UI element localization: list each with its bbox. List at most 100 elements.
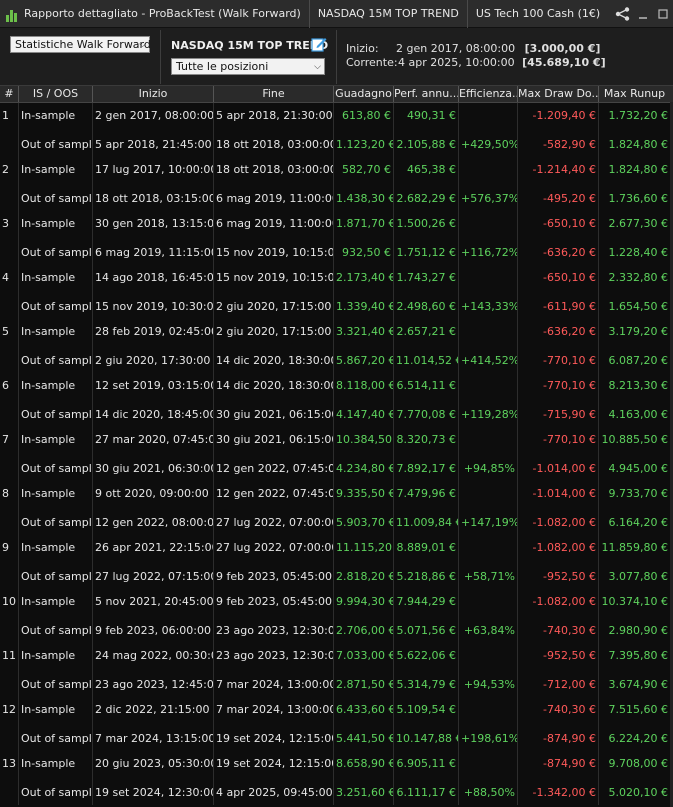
header-max-drawdown[interactable]: Max Draw Do...	[517, 86, 598, 102]
positions-select[interactable]: Tutte le posizioni ⌵	[171, 58, 325, 75]
row-max-drawdown: -1.082,00 €	[517, 589, 598, 616]
table-row[interactable]: Out of sample 9 feb 2023, 06:00:00 23 ago …	[0, 616, 673, 643]
row-max-runup: 4.945,00 €	[598, 454, 670, 481]
table-row[interactable]: 3 In-sample 30 gen 2018, 13:15:00 6 mag 201…	[0, 211, 673, 238]
table-row[interactable]: Out of sample 6 mag 2019, 11:15:00 15 nov …	[0, 238, 673, 265]
share-icon[interactable]	[613, 0, 633, 28]
row-annual-perf: 5.071,56 €	[393, 616, 458, 643]
row-start: 14 ago 2018, 16:45:00	[92, 265, 213, 292]
maximize-icon[interactable]	[653, 0, 673, 28]
header-start[interactable]: Inizio	[92, 86, 213, 102]
table-row[interactable]: 7 In-sample 27 mar 2020, 07:45:00 30 giu 20…	[0, 427, 673, 454]
row-efficiency	[458, 481, 517, 508]
header-gain[interactable]: Guadagno	[333, 86, 393, 102]
table-row[interactable]: 9 In-sample 26 apr 2021, 22:15:00 27 lug 20…	[0, 535, 673, 562]
row-end: 5 apr 2018, 21:30:00	[213, 103, 333, 130]
row-efficiency: +143,33%	[458, 292, 517, 319]
row-max-runup: 3.674,90 €	[598, 670, 670, 697]
row-annual-perf: 2.657,21 €	[393, 319, 458, 346]
table-row[interactable]: Out of sample 19 set 2024, 12:30:00 4 apr …	[0, 778, 673, 805]
table-row[interactable]: Out of sample 12 gen 2022, 08:00:00 27 lug…	[0, 508, 673, 535]
current-label: Corrente:	[346, 56, 398, 69]
row-annual-perf: 11.009,84 €	[393, 508, 458, 535]
row-type: In-sample	[18, 157, 92, 184]
edit-icon[interactable]	[311, 36, 327, 52]
row-gain: 5.903,70 €	[333, 508, 393, 535]
table-row[interactable]: Out of sample 15 nov 2019, 10:30:00 2 giu …	[0, 292, 673, 319]
row-type: Out of sample	[18, 184, 92, 211]
row-efficiency	[458, 373, 517, 400]
row-gain: 1.438,30 €	[333, 184, 393, 211]
table-row[interactable]: Out of sample 14 dic 2020, 18:45:00 30 giu…	[0, 400, 673, 427]
row-annual-perf: 11.014,52 €	[393, 346, 458, 373]
row-end: 9 feb 2023, 05:45:00	[213, 562, 333, 589]
row-max-runup: 4.163,00 €	[598, 400, 670, 427]
table-row[interactable]: 10 In-sample 5 nov 2021, 20:45:00 9 feb 202…	[0, 589, 673, 616]
row-number	[0, 508, 18, 535]
row-annual-perf: 6.514,11 €	[393, 373, 458, 400]
row-number	[0, 562, 18, 589]
row-annual-perf: 1.743,27 €	[393, 265, 458, 292]
chevron-down-icon: ⌵	[139, 40, 146, 50]
row-gain: 1.123,20 €	[333, 130, 393, 157]
table-row[interactable]: 5 In-sample 28 feb 2019, 02:45:00 2 giu 202…	[0, 319, 673, 346]
current-amount: [45.689,10 €]	[522, 56, 606, 69]
row-annual-perf: 5.109,54 €	[393, 697, 458, 724]
row-annual-perf: 5.622,06 €	[393, 643, 458, 670]
row-max-runup: 1.228,40 €	[598, 238, 670, 265]
table-row[interactable]: 13 In-sample 20 giu 2023, 05:30:00 19 set 2…	[0, 751, 673, 778]
table-row[interactable]: 2 In-sample 17 lug 2017, 10:00:00 18 ott 20…	[0, 157, 673, 184]
row-efficiency: +119,28%	[458, 400, 517, 427]
row-annual-perf: 10.147,88 €	[393, 724, 458, 751]
row-max-drawdown: -636,20 €	[517, 238, 598, 265]
table-row[interactable]: Out of sample 2 giu 2020, 17:30:00 14 dic …	[0, 346, 673, 373]
row-gain: 4.147,40 €	[333, 400, 393, 427]
row-max-runup: 10.374,10 €	[598, 589, 670, 616]
row-end: 4 apr 2025, 09:45:00	[213, 778, 333, 805]
row-efficiency	[458, 751, 517, 778]
row-max-drawdown: -611,90 €	[517, 292, 598, 319]
header-max-runup[interactable]: Max Runup	[598, 86, 670, 102]
row-annual-perf: 1.751,12 €	[393, 238, 458, 265]
header-end[interactable]: Fine	[213, 86, 333, 102]
table-row[interactable]: 11 In-sample 24 mag 2022, 00:30:00 23 ago 2…	[0, 643, 673, 670]
row-annual-perf: 7.944,29 €	[393, 589, 458, 616]
table-body: 1 In-sample 2 gen 2017, 08:00:00 5 apr 2018…	[0, 103, 673, 805]
row-type: In-sample	[18, 481, 92, 508]
row-max-runup: 7.395,80 €	[598, 643, 670, 670]
table-row[interactable]: Out of sample 27 lug 2022, 07:15:00 9 feb …	[0, 562, 673, 589]
header-is-oos[interactable]: IS / OOS	[18, 86, 92, 102]
table-row[interactable]: 8 In-sample 9 ott 2020, 09:00:00 12 gen 202…	[0, 481, 673, 508]
table-row[interactable]: 4 In-sample 14 ago 2018, 16:45:00 15 nov 20…	[0, 265, 673, 292]
row-max-drawdown: -952,50 €	[517, 562, 598, 589]
row-annual-perf: 5.314,79 €	[393, 670, 458, 697]
row-annual-perf: 7.770,08 €	[393, 400, 458, 427]
row-end: 14 dic 2020, 18:30:00	[213, 373, 333, 400]
current-info: Corrente: 4 apr 2025, 10:00:00 [45.689,1…	[346, 56, 606, 69]
table-row[interactable]: Out of sample 23 ago 2023, 12:45:00 7 mar …	[0, 670, 673, 697]
row-start: 14 dic 2020, 18:45:00	[92, 400, 213, 427]
header-annual-perf[interactable]: Perf. annu...	[393, 86, 458, 102]
strategy-name: NASDAQ 15M TOP TREND	[171, 39, 329, 52]
divider	[336, 30, 337, 84]
table-row[interactable]: Out of sample 7 mar 2024, 13:15:00 19 set …	[0, 724, 673, 751]
table-row[interactable]: Out of sample 5 apr 2018, 21:45:00 18 ott …	[0, 130, 673, 157]
header-efficiency[interactable]: Efficienza...	[458, 86, 517, 102]
table-row[interactable]: Out of sample 18 ott 2018, 03:15:00 6 mag …	[0, 184, 673, 211]
row-start: 19 set 2024, 12:30:00	[92, 778, 213, 805]
table-row[interactable]: 12 In-sample 2 dic 2022, 21:15:00 7 mar 202…	[0, 697, 673, 724]
view-select[interactable]: Statistiche Walk Forward ⌵	[10, 36, 151, 53]
chevron-down-icon: ⌵	[314, 62, 321, 72]
row-efficiency	[458, 265, 517, 292]
row-start: 12 gen 2022, 08:00:00	[92, 508, 213, 535]
table-row[interactable]: 1 In-sample 2 gen 2017, 08:00:00 5 apr 2018…	[0, 103, 673, 130]
row-efficiency: +198,61%	[458, 724, 517, 751]
row-max-drawdown: -740,30 €	[517, 616, 598, 643]
row-gain: 2.818,20 €	[333, 562, 393, 589]
row-max-runup: 9.708,00 €	[598, 751, 670, 778]
row-end: 15 nov 2019, 10:15:00	[213, 265, 333, 292]
header-number[interactable]: #	[0, 86, 18, 102]
minimize-icon[interactable]	[633, 0, 653, 28]
table-row[interactable]: 6 In-sample 12 set 2019, 03:15:00 14 dic 20…	[0, 373, 673, 400]
table-row[interactable]: Out of sample 30 giu 2021, 06:30:00 12 gen…	[0, 454, 673, 481]
